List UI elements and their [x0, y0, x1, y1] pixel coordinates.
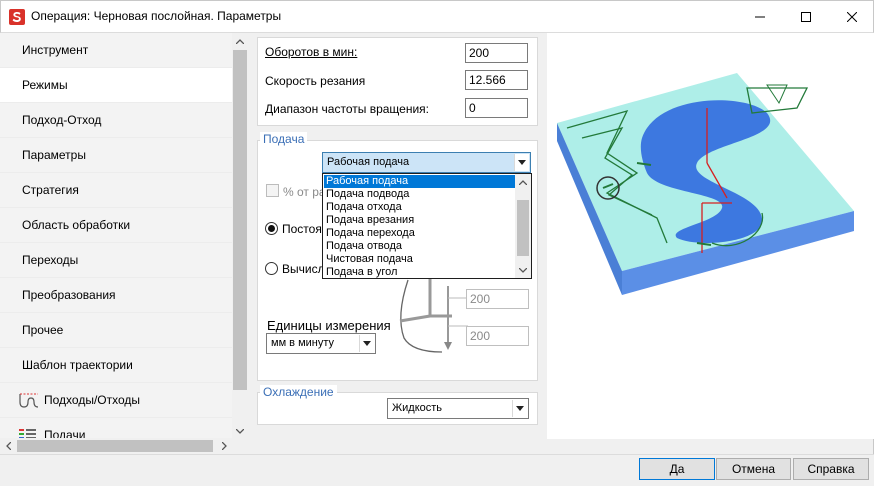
rpm-input[interactable]	[465, 43, 528, 63]
feed-type-selected: Рабочая подача	[327, 156, 410, 168]
nav-item-label: Режимы	[22, 78, 68, 92]
feed-type-select[interactable]: Рабочая подача	[322, 152, 531, 173]
section-list-horizontal-scrollbar[interactable]	[0, 438, 248, 454]
chevron-down-icon[interactable]	[359, 335, 374, 352]
minimize-icon	[755, 16, 765, 17]
nav-item-other[interactable]: Прочее	[0, 313, 232, 348]
feed-option[interactable]: Чистовая подача	[324, 253, 516, 266]
feed-value-bottom-input[interactable]	[466, 326, 529, 346]
help-button[interactable]: Справка	[793, 458, 869, 480]
nav-item-machining-area[interactable]: Область обработки	[0, 208, 232, 243]
nav-item-parameters[interactable]: Параметры	[0, 138, 232, 173]
cancel-button[interactable]: Отмена	[716, 458, 791, 480]
nav-item-label: Шаблон траектории	[22, 358, 133, 372]
approach-path-icon	[19, 393, 39, 408]
rpm-range-input[interactable]	[465, 98, 528, 118]
nav-item-toolpath-template[interactable]: Шаблон траектории	[0, 348, 232, 383]
feed-type-dropdown-list[interactable]: Рабочая подача Подача подвода Подача отх…	[322, 173, 532, 279]
ok-button[interactable]: Да	[639, 458, 715, 480]
maximize-icon	[801, 11, 811, 22]
nav-item-feeds[interactable]: Подачи	[0, 418, 232, 439]
feed-option[interactable]: Рабочая подача	[324, 175, 516, 188]
units-selected: мм в минуту	[271, 337, 335, 349]
coolant-selected: Жидкость	[392, 402, 443, 414]
feed-group-title: Подача	[260, 132, 308, 146]
scroll-down-arrow-icon[interactable]	[232, 423, 248, 439]
nav-item-modes[interactable]: Режимы	[0, 68, 232, 103]
feed-option[interactable]: Подача в угол	[324, 266, 516, 278]
feed-diagram-icon	[399, 276, 468, 353]
scroll-up-arrow-icon[interactable]	[515, 174, 531, 190]
feed-value-top-input[interactable]	[466, 289, 529, 309]
part-3d-preview-icon	[557, 73, 854, 295]
scroll-right-arrow-icon[interactable]	[216, 438, 232, 454]
dropdown-scrollbar[interactable]	[515, 174, 531, 278]
nav-item-transformations[interactable]: Преобразования	[0, 278, 232, 313]
nav-item-label: Стратегия	[22, 183, 79, 197]
cutting-speed-label: Скорость резания	[265, 74, 366, 88]
nav-item-label: Переходы	[22, 253, 79, 267]
close-icon	[847, 11, 857, 22]
nav-item-label: Область обработки	[22, 218, 131, 232]
nav-item-approach-retract[interactable]: Подход-Отход	[0, 103, 232, 138]
constant-feed-radio[interactable]	[265, 222, 278, 235]
minimize-button[interactable]	[737, 1, 783, 32]
rpm-range-label: Диапазон частоты вращения:	[265, 102, 429, 116]
units-select[interactable]: мм в минуту	[266, 333, 376, 354]
scrollbar-thumb[interactable]	[17, 440, 213, 452]
nav-item-label: Прочее	[22, 323, 64, 337]
section-list-vertical-scrollbar[interactable]	[232, 33, 248, 439]
nav-item-approaches[interactable]: Подходы/Отходы	[0, 383, 232, 418]
calculated-feed-label: Вычисл	[282, 262, 325, 276]
window-title: Операция: Черновая послойная. Параметры	[31, 9, 282, 23]
calculated-feed-radio[interactable]	[265, 262, 278, 275]
nav-item-label: Инструмент	[22, 43, 89, 57]
percent-checkbox[interactable]	[266, 184, 279, 197]
feed-option[interactable]: Подача врезания	[324, 214, 516, 227]
scroll-down-arrow-icon[interactable]	[515, 262, 531, 278]
nav-item-label: Преобразования	[22, 288, 116, 302]
feed-option[interactable]: Подача подвода	[324, 188, 516, 201]
nav-item-strategy[interactable]: Стратегия	[0, 173, 232, 208]
rpm-label[interactable]: Оборотов в мин:	[265, 45, 357, 59]
toolpath-preview	[547, 33, 874, 439]
app-logo-icon	[9, 9, 25, 25]
feed-option[interactable]: Подача отхода	[324, 201, 516, 214]
chevron-down-icon[interactable]	[514, 154, 529, 171]
percent-label: % от ра	[283, 185, 326, 199]
nav-item-label: Параметры	[22, 148, 86, 162]
feed-option[interactable]: Подача перехода	[324, 227, 516, 240]
nav-item-label: Подходы/Отходы	[44, 393, 141, 407]
nav-item-label: Подход-Отход	[22, 113, 102, 127]
nav-item-tool[interactable]: Инструмент	[0, 33, 232, 68]
scroll-up-arrow-icon[interactable]	[232, 33, 248, 49]
chevron-down-icon[interactable]	[512, 400, 527, 417]
nav-item-transitions[interactable]: Переходы	[0, 243, 232, 278]
title-bar: Операция: Черновая послойная. Параметры	[0, 0, 874, 32]
feed-option[interactable]: Подача отвода	[324, 240, 516, 253]
maximize-button[interactable]	[783, 1, 829, 32]
scrollbar-thumb[interactable]	[233, 50, 247, 390]
cutting-speed-input[interactable]	[465, 70, 528, 90]
scroll-left-arrow-icon[interactable]	[0, 438, 16, 454]
constant-feed-label: Постоя	[282, 222, 322, 236]
section-list: Инструмент Режимы Подход-Отход Параметры…	[0, 33, 248, 439]
close-button[interactable]	[829, 1, 874, 32]
cooling-group-title: Охлаждение	[260, 385, 337, 399]
scrollbar-thumb[interactable]	[517, 200, 529, 256]
coolant-select[interactable]: Жидкость	[387, 398, 529, 419]
units-label: Единицы измерения	[267, 318, 391, 333]
